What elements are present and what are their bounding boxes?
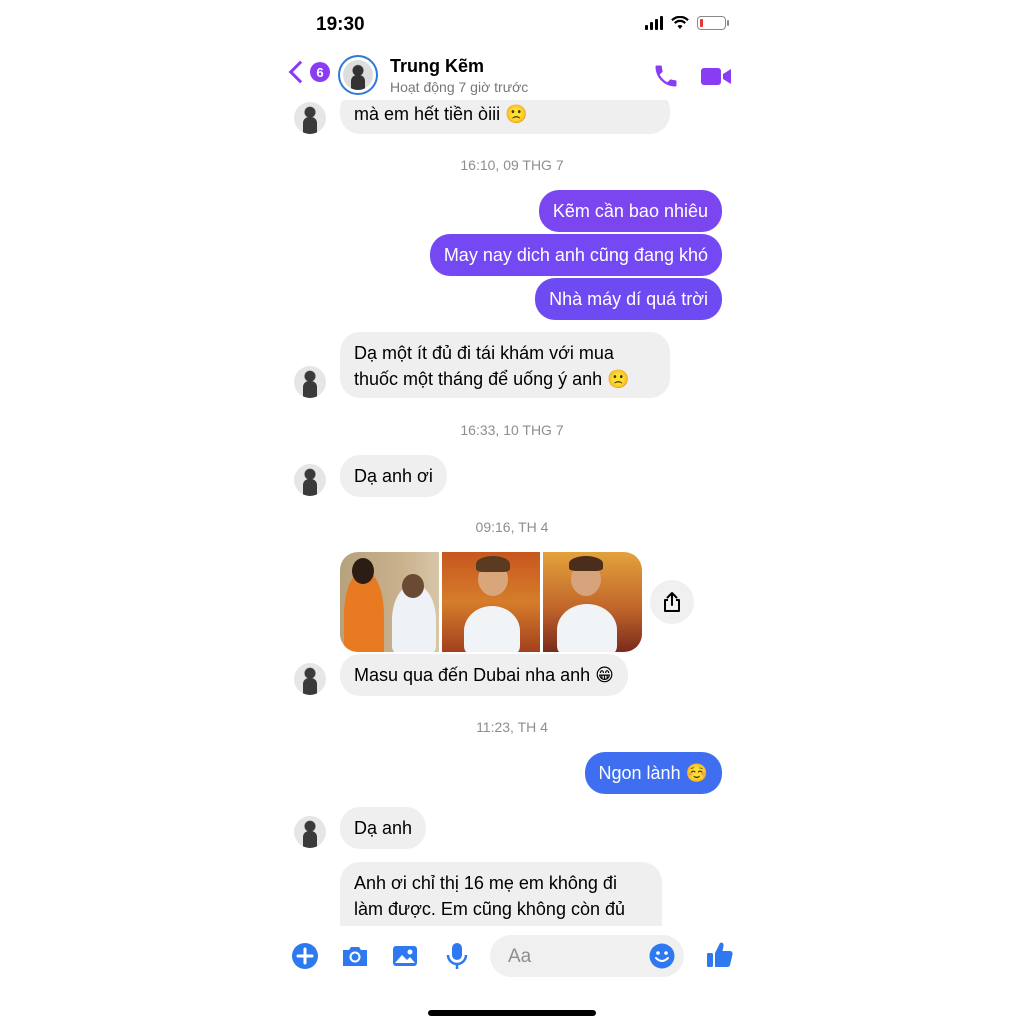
incoming-message[interactable]: Dạ anh: [340, 807, 427, 849]
share-icon: [664, 592, 680, 612]
outgoing-message[interactable]: Ngon lành ☺️: [584, 752, 722, 794]
image-icon[interactable]: [390, 941, 420, 971]
message-list[interactable]: mà em hết tiền òiii 🙁 16:10, 09 THG 7 Kẽ…: [276, 0, 748, 1024]
timestamp: 16:10, 09 THG 7: [460, 157, 564, 173]
microphone-icon[interactable]: [442, 941, 472, 971]
composer-bar: Aa: [276, 926, 748, 1024]
conversation-header: 6 Trung Kẽm Hoạt động 7 giờ trước: [276, 50, 748, 100]
photo-group[interactable]: [340, 552, 642, 652]
contact-name[interactable]: Trung Kẽm: [390, 56, 484, 77]
camera-icon[interactable]: [340, 941, 370, 971]
contact-avatar: [294, 663, 326, 695]
back-button[interactable]: 6: [288, 60, 330, 84]
outgoing-message[interactable]: Kẽm cần bao nhiêu: [538, 190, 722, 232]
incoming-message[interactable]: Dạ anh ơi: [340, 455, 447, 497]
outgoing-message[interactable]: Nhà máy dí quá trời: [535, 278, 722, 320]
unread-badge: 6: [310, 62, 330, 82]
plus-icon[interactable]: [290, 941, 320, 971]
thumbs-up-icon[interactable]: [704, 939, 736, 971]
contact-avatar: [294, 102, 326, 134]
incoming-message[interactable]: Masu qua đến Dubai nha anh 😁: [340, 654, 628, 696]
outgoing-message[interactable]: May nay dich anh cũng đang khó: [429, 234, 722, 276]
photo[interactable]: [340, 552, 439, 652]
emoji-icon[interactable]: [648, 942, 676, 970]
photo[interactable]: [441, 552, 541, 652]
timestamp: 16:33, 10 THG 7: [460, 422, 564, 438]
timestamp: 11:23, TH 4: [476, 719, 548, 735]
message-input[interactable]: Aa: [490, 935, 684, 977]
video-icon[interactable]: [700, 62, 732, 90]
header-avatar[interactable]: [338, 55, 378, 95]
message-input-placeholder: Aa: [508, 946, 532, 967]
phone-icon[interactable]: [652, 62, 680, 90]
contact-avatar: [294, 366, 326, 398]
contact-avatar: [294, 816, 326, 848]
activity-status: Hoạt động 7 giờ trước: [390, 79, 529, 95]
home-indicator: [428, 1010, 596, 1016]
back-chevron-icon: [288, 60, 312, 84]
incoming-message[interactable]: Dạ một ít đủ đi tái khám với mua thuốc m…: [340, 332, 670, 398]
photo[interactable]: [543, 552, 642, 652]
share-button[interactable]: [650, 580, 694, 624]
timestamp: 09:16, TH 4: [475, 519, 549, 535]
phone-screen: 19:30 mà em hết tiền òiii 🙁 16:10, 09 TH…: [276, 0, 748, 1024]
contact-avatar: [294, 464, 326, 496]
